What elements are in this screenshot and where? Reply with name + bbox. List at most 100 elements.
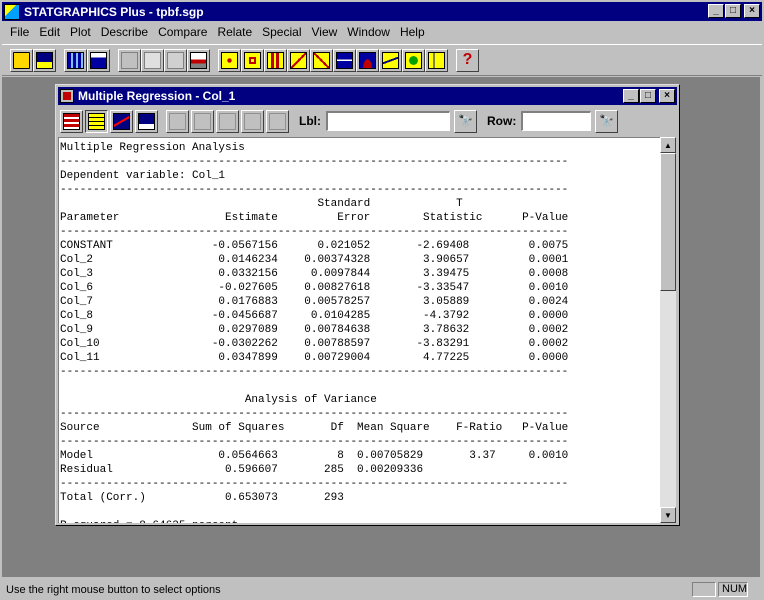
globe-icon — [405, 51, 422, 69]
graphical-options-icon — [113, 112, 130, 130]
lbl-input[interactable] — [326, 111, 450, 131]
step-icon — [428, 51, 445, 69]
pane-options-icon — [169, 112, 186, 130]
calculator-icon — [67, 51, 84, 69]
line-chart-button[interactable] — [379, 48, 402, 72]
open-button[interactable] — [10, 48, 33, 72]
wave-icon — [336, 51, 353, 69]
identify-icon — [269, 112, 286, 130]
minimize-button[interactable]: _ — [708, 4, 724, 18]
num-lock-indicator: NUM — [718, 582, 748, 597]
menu-bar: File Edit Plot Describe Compare Relate S… — [2, 22, 762, 42]
child-title-bar[interactable]: Multiple Regression - Col_1 _ □ × — [58, 87, 677, 105]
xy-plot-button[interactable] — [287, 48, 310, 72]
paste-icon — [167, 51, 184, 69]
step-chart-button[interactable] — [425, 48, 448, 72]
child-maximize-button[interactable]: □ — [640, 89, 656, 103]
scroll-thumb[interactable] — [660, 153, 676, 291]
help-icon: ? — [462, 51, 473, 68]
menu-view[interactable]: View — [306, 25, 342, 39]
scroll-down-button[interactable]: ▼ — [660, 507, 676, 523]
input-dialog-icon — [63, 112, 80, 130]
statgraphics-app-icon[interactable] — [4, 3, 20, 20]
multiple-regression-window[interactable]: Multiple Regression - Col_1 _ □ × Lbl: 🔭… — [55, 84, 680, 526]
close-button[interactable]: × — [744, 4, 760, 18]
help-button[interactable]: ? — [456, 48, 479, 72]
menu-file[interactable]: File — [2, 25, 34, 39]
graphical-options-button[interactable] — [110, 109, 133, 133]
globe-button[interactable] — [402, 48, 425, 72]
line-chart-icon — [382, 51, 399, 69]
bell-curve-icon — [359, 51, 376, 69]
print-button[interactable] — [187, 48, 210, 72]
box-plot-button[interactable] — [241, 48, 264, 72]
input-dialog-button[interactable] — [60, 109, 83, 133]
save-results-icon — [138, 112, 155, 130]
menu-special[interactable]: Special — [257, 25, 306, 39]
scroll-up-arrow-icon: ▲ — [664, 140, 672, 150]
status-message: Use the right mouse button to select opt… — [6, 583, 221, 596]
cut-icon — [121, 51, 138, 69]
scatter-plot-button[interactable] — [218, 48, 241, 72]
scatter-icon — [221, 51, 238, 69]
report-text-pane[interactable]: Multiple Regression Analysis -----------… — [58, 137, 660, 523]
lbl-locate-button[interactable]: 🔭 — [454, 109, 477, 133]
save-button[interactable] — [33, 48, 56, 72]
wave-button[interactable] — [333, 48, 356, 72]
data-file-button[interactable] — [87, 48, 110, 72]
report-vertical-scrollbar[interactable]: ▲ ▼ — [660, 137, 676, 523]
plot-icon — [313, 51, 330, 69]
xy-icon — [290, 51, 307, 69]
menu-window[interactable]: Window — [342, 25, 395, 39]
exclude-icon — [194, 112, 211, 130]
binoculars-icon: 🔭 — [599, 114, 615, 128]
identify-button[interactable] — [266, 109, 289, 133]
exclude-button[interactable] — [191, 109, 214, 133]
main-toolbar: ? — [2, 44, 762, 76]
bar-chart-icon — [267, 51, 284, 69]
child-title: Multiple Regression - Col_1 — [78, 89, 236, 103]
jitter-icon — [219, 112, 236, 130]
resize-grip[interactable] — [750, 583, 764, 597]
cut-button[interactable] — [118, 48, 141, 72]
smooth-button[interactable] — [241, 109, 264, 133]
copy-button[interactable] — [141, 48, 164, 72]
maximize-button[interactable]: □ — [725, 4, 741, 18]
menu-help[interactable]: Help — [395, 25, 430, 39]
bell-curve-button[interactable] — [356, 48, 379, 72]
row-input[interactable] — [521, 111, 592, 131]
report-window-icon[interactable] — [60, 89, 74, 103]
save-disk-icon — [36, 51, 53, 69]
open-folder-icon — [13, 51, 30, 69]
child-close-button[interactable]: × — [659, 89, 675, 103]
paste-button[interactable] — [164, 48, 187, 72]
smooth-icon — [244, 112, 261, 130]
jitter-button[interactable] — [216, 109, 239, 133]
data-file-icon — [90, 51, 107, 69]
tabular-options-icon — [88, 112, 105, 130]
tabular-options-button[interactable] — [85, 109, 108, 133]
box-icon — [244, 51, 261, 69]
menu-plot[interactable]: Plot — [65, 25, 96, 39]
menu-compare[interactable]: Compare — [153, 25, 212, 39]
regression-report-text: Multiple Regression Analysis -----------… — [60, 142, 569, 523]
status-panel-blank — [692, 582, 716, 597]
bar-chart-button[interactable] — [264, 48, 287, 72]
app-title: STATGRAPHICS Plus - tpbf.sgp — [24, 4, 204, 19]
menu-edit[interactable]: Edit — [34, 25, 65, 39]
scroll-up-button[interactable]: ▲ — [660, 137, 676, 153]
menu-relate[interactable]: Relate — [212, 25, 257, 39]
calculator-button[interactable] — [64, 48, 87, 72]
status-bar: Use the right mouse button to select opt… — [0, 579, 764, 600]
row-label: Row: — [487, 114, 517, 128]
plot-button[interactable] — [310, 48, 333, 72]
copy-icon — [144, 51, 161, 69]
analysis-toolbar: Lbl: 🔭 Row: 🔭 — [58, 107, 677, 135]
menu-describe[interactable]: Describe — [96, 25, 153, 39]
app-title-bar[interactable]: STATGRAPHICS Plus - tpbf.sgp _ □ × — [2, 2, 762, 21]
child-minimize-button[interactable]: _ — [623, 89, 639, 103]
save-results-button[interactable] — [135, 109, 158, 133]
print-icon — [190, 51, 207, 69]
row-locate-button[interactable]: 🔭 — [595, 109, 619, 133]
pane-options-button[interactable] — [166, 109, 189, 133]
